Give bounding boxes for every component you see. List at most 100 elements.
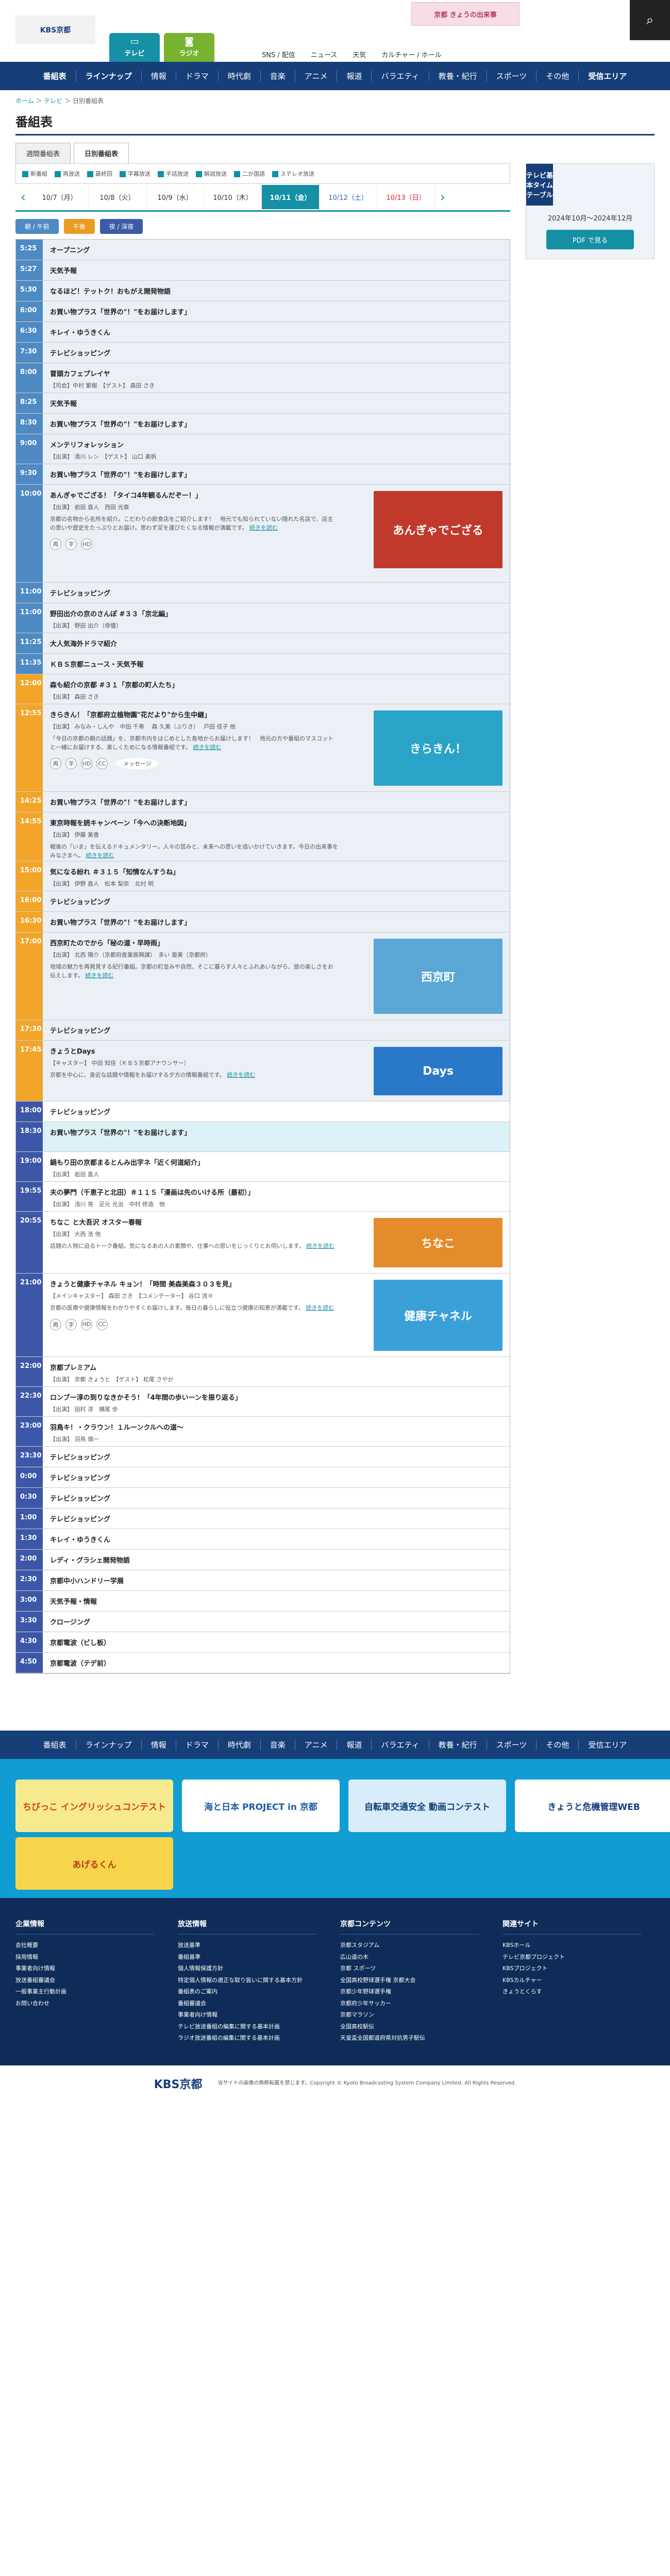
program-title[interactable]: クロージング bbox=[50, 1617, 502, 1626]
date-tab[interactable]: 10/8（火） bbox=[89, 185, 146, 209]
program-title[interactable]: オープニング bbox=[50, 245, 502, 255]
footer-banner[interactable]: 海と日本 PROJECT in 京都 bbox=[182, 1780, 340, 1832]
program-thumbnail[interactable]: Days bbox=[374, 1047, 502, 1095]
program-row[interactable]: 16:30 お買い物プラス「世界の"！"をお届けします」 bbox=[16, 912, 510, 933]
program-badge-icon[interactable]: CC bbox=[96, 758, 108, 769]
footer-link[interactable]: ラジオ放送番組の編集に関する基本計画 bbox=[178, 2032, 340, 2044]
pdf-button[interactable]: PDF で見る bbox=[546, 230, 634, 249]
footer-banner[interactable]: 自転車交通安全 動画コンテスト bbox=[348, 1780, 506, 1832]
read-more-link[interactable]: 続きを読む bbox=[227, 1072, 255, 1078]
program-title[interactable]: 気になる紛れ ＃３１５「知情なんすうね」 bbox=[50, 867, 502, 876]
footer-link[interactable]: 京都マラソン bbox=[340, 2009, 502, 2021]
footer-link[interactable]: 採用情報 bbox=[15, 1952, 178, 1963]
footer-link[interactable]: きょうとくらす bbox=[502, 1986, 665, 1998]
footer-link[interactable]: テレビ放送番組の編集に関する基本計画 bbox=[178, 2021, 340, 2033]
program-title[interactable]: 天気予報 bbox=[50, 398, 502, 408]
program-row[interactable]: 8:00 冒頭カフェプレイヤ 【司会】中村 繁樹 【ゲスト】 森田 さき bbox=[16, 363, 510, 393]
read-more-link[interactable]: 続きを読む bbox=[306, 1243, 334, 1249]
program-row[interactable]: 22:00 京都プレミアム 【出演】 京都 きょうと 【ゲスト】 松尾 さやか bbox=[16, 1357, 510, 1387]
program-row[interactable]: 4:50 京都電波（テデ前） bbox=[16, 1653, 510, 1673]
footer-link[interactable]: 番組審議会 bbox=[178, 1998, 340, 2010]
tab-tv[interactable]: ▭ テレビ bbox=[109, 33, 160, 62]
breadcrumb-home[interactable]: ホーム bbox=[15, 97, 34, 105]
program-row[interactable]: 0:00 テレビショッピング bbox=[16, 1467, 510, 1488]
program-badge-icon[interactable]: HD bbox=[81, 758, 92, 769]
program-title[interactable]: テレビショッピング bbox=[50, 1514, 502, 1523]
program-row[interactable]: 8:30 お買い物プラス「世界の"！"をお届けします」 bbox=[16, 414, 510, 434]
nav-schedule[interactable]: 番組表 bbox=[34, 71, 76, 81]
footer-link[interactable]: 一般事業主行動計画 bbox=[15, 1986, 178, 1998]
program-title[interactable]: 京都電波（ビし板） bbox=[50, 1637, 502, 1647]
program-row[interactable]: 18:00 テレビショッピング bbox=[16, 1101, 510, 1122]
program-title[interactable]: メンテリフォレッション bbox=[50, 439, 502, 449]
program-title[interactable]: お買い物プラス「世界の"！"をお届けします」 bbox=[50, 1127, 502, 1137]
nav-genre[interactable]: 情報 bbox=[142, 71, 176, 81]
filter-morning[interactable]: 朝 / 午前 bbox=[15, 219, 59, 234]
program-title[interactable]: テレビショッピング bbox=[50, 1493, 502, 1503]
footer-link[interactable]: 京都少年野球選手権 bbox=[340, 1986, 502, 1998]
footer-link[interactable]: 京都府少年サッカー bbox=[340, 1998, 502, 2010]
footer-link[interactable]: テレビ京都プロジェクト bbox=[502, 1952, 665, 1963]
breadcrumb-tv[interactable]: テレビ bbox=[44, 97, 62, 105]
prev-week-arrow[interactable]: ‹ bbox=[15, 190, 31, 205]
nav-genre[interactable]: 教養・紀行 bbox=[429, 1739, 487, 1750]
program-badge-icon[interactable]: HD bbox=[81, 538, 92, 550]
read-more-link[interactable]: 続きを読む bbox=[85, 972, 113, 979]
footer-link[interactable]: 事業者向け情報 bbox=[15, 1963, 178, 1975]
program-title[interactable]: 森も紹介の京都 #３１「京都の町人たち」 bbox=[50, 680, 502, 689]
program-row[interactable]: 11:00 テレビショッピング bbox=[16, 583, 510, 603]
site-logo[interactable]: KBS京都 bbox=[15, 15, 95, 44]
program-row[interactable]: 23:30 テレビショッピング bbox=[16, 1447, 510, 1467]
program-row[interactable]: 0:30 テレビショッピング bbox=[16, 1488, 510, 1509]
date-tab[interactable]: 10/11（金） bbox=[262, 185, 320, 209]
program-badge-icon[interactable]: 再 bbox=[50, 538, 61, 550]
program-row[interactable]: 11:00 野田出介の京のさんぽ #３３「京北編」 【出演】 野田 出介（俳優） bbox=[16, 603, 510, 633]
program-row[interactable]: 8:25 天気予報 bbox=[16, 393, 510, 414]
search-button[interactable]: ⌕ bbox=[630, 0, 670, 40]
program-badge-icon[interactable]: CC bbox=[96, 1318, 108, 1330]
program-title[interactable]: お買い物プラス「世界の"！"をお届けします」 bbox=[50, 917, 502, 927]
nav-genre[interactable]: アニメ bbox=[295, 71, 338, 81]
header-nav-link[interactable]: 天気 bbox=[353, 49, 366, 59]
program-row[interactable]: 5:25 オープニング bbox=[16, 240, 510, 260]
program-title[interactable]: テレビショッピング bbox=[50, 588, 502, 598]
program-row[interactable]: 2:00 レディ・グラシェ開発物語 bbox=[16, 1550, 510, 1570]
program-title[interactable]: 大人気海外ドラマ紹介 bbox=[50, 638, 502, 648]
program-row[interactable]: 1:00 テレビショッピング bbox=[16, 1509, 510, 1529]
date-tab[interactable]: 10/9（水） bbox=[146, 185, 204, 209]
nav-genre[interactable]: 情報 bbox=[142, 1739, 176, 1750]
footer-link[interactable]: 放送基準 bbox=[178, 1940, 340, 1952]
footer-link[interactable]: 京都 スポーツ bbox=[340, 1963, 502, 1975]
program-row[interactable]: 5:30 なるほど！テットク！おもがえ開発物語 bbox=[16, 281, 510, 301]
nav-genre[interactable]: ドラマ bbox=[176, 1739, 219, 1750]
footer-link[interactable]: 全国高校野球選手権 京都大会 bbox=[340, 1975, 502, 1987]
program-badge-icon[interactable]: HD bbox=[81, 1318, 92, 1330]
program-row[interactable]: 17:45 きょうとDays 【キャスター】 中田 知佳（ＫＢＳ京都アナウンサー）京… bbox=[16, 1041, 510, 1101]
program-row[interactable]: 14:55 東京時報を読キャンペーン「今への決断地図」 【出演】 伊藤 美香 戦後の「… bbox=[16, 812, 510, 861]
program-title[interactable]: テレビショッピング bbox=[50, 1472, 502, 1482]
program-row[interactable]: 2:30 京都中小ハンドリー学展 bbox=[16, 1570, 510, 1591]
read-more-link[interactable]: 続きを読む bbox=[86, 852, 114, 859]
program-title[interactable]: キレイ・ゆうきくん bbox=[50, 327, 502, 337]
program-title[interactable]: 天気予報・情報 bbox=[50, 1596, 502, 1606]
footer-banner[interactable]: あげるくん bbox=[15, 1837, 173, 1890]
program-title[interactable]: 京都電波（テデ前） bbox=[50, 1658, 502, 1668]
program-title[interactable]: 夫の夢門（千恵子と北田）＃１１５「漫画は先のいける所（最初）」 bbox=[50, 1187, 502, 1197]
filter-night[interactable]: 夜 / 深夜 bbox=[99, 219, 143, 234]
footer-link[interactable]: 放送番組審議会 bbox=[15, 1975, 178, 1987]
program-row[interactable]: 5:27 天気予報 bbox=[16, 260, 510, 281]
header-nav-link[interactable]: カルチャー / ホール bbox=[381, 49, 442, 59]
nav-genre[interactable]: バラエティ bbox=[372, 71, 429, 81]
program-title[interactable]: 京都プレミアム bbox=[50, 1362, 502, 1372]
nav-reception-area[interactable]: 受信エリア bbox=[579, 71, 636, 81]
date-tab[interactable]: 10/10（木） bbox=[204, 185, 262, 209]
footer-link[interactable]: KBSカルチャー bbox=[502, 1975, 665, 1987]
program-title[interactable]: 鍋もり田の京都まるとんみ出字ネ「近く何道紹介」 bbox=[50, 1157, 502, 1167]
tab-weekly[interactable]: 週間番組表 bbox=[15, 143, 71, 163]
footer-link[interactable]: 特定個人情報の適正な取り扱いに関する基本方針 bbox=[178, 1975, 340, 1987]
nav-reception-area[interactable]: 受信エリア bbox=[579, 1739, 636, 1750]
nav-genre[interactable]: 音楽 bbox=[261, 1739, 295, 1750]
program-title[interactable]: ＫＢＳ京都ニュース・天気予報 bbox=[50, 659, 502, 669]
footer-link[interactable]: KBSプロジェクト bbox=[502, 1963, 665, 1975]
nav-genre[interactable]: その他 bbox=[537, 71, 579, 81]
